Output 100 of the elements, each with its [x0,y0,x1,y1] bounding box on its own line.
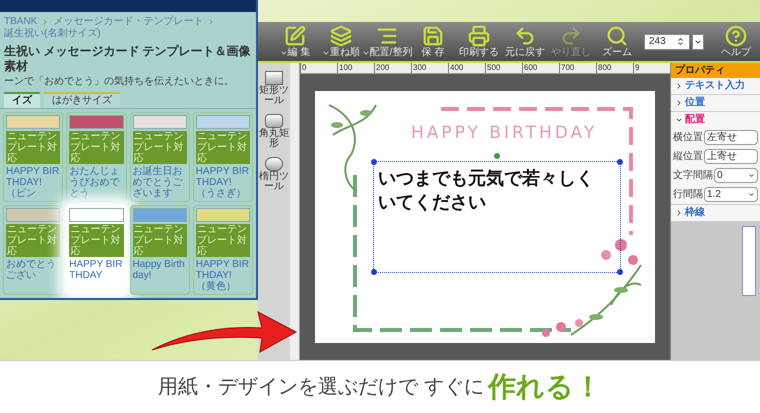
ruler-label: 500 [485,63,522,73]
template-thumbnail [69,115,124,129]
template-card[interactable]: ニューテンプレート対応 HAPPY BIRTHDAY!（うさぎ） [192,112,253,202]
template-thumbnail [69,208,124,222]
template-caption[interactable]: おたんじょうびおめでとう [69,166,124,199]
spinner-icon[interactable] [676,37,685,46]
save-icon [422,24,444,46]
template-card[interactable]: ニューテンプレート対応 HAPPY BIRTHDAY!（黄色） [192,205,253,295]
card-message-line: いつまでも元気で若々しく [378,167,594,190]
ruler-label: 800 [596,63,633,73]
card-message-line: いてください [378,191,486,214]
page-preview-thumbnail [742,226,756,296]
undo-icon [514,24,536,46]
caret-icon [748,172,755,179]
resize-handle[interactable] [617,159,623,165]
rotate-handle[interactable] [494,153,500,159]
template-badge: ニューテンプレート対応 [196,224,250,257]
ruler-label: 700 [559,63,596,73]
collapsed-caret-icon [675,82,683,90]
page-subtitle: ーンで「おめでとう」の気持ちを伝えたいときに。 [3,74,235,88]
collapsed-caret-icon [675,99,683,107]
breadcrumb-link[interactable]: 誕生祝い(名刺サイズ) [4,28,101,40]
toolbar-button[interactable]: 編 集 [272,24,318,58]
template-badge: ニューテンプレート対応 [6,131,60,164]
caret-icon [748,191,755,198]
ruler-label: 200 [374,63,411,73]
select-field[interactable]: 1.2 [704,187,758,202]
ruler-label: 300 [411,63,448,73]
field-label: 横位置 [673,132,703,143]
select-field[interactable]: 0 [714,168,758,183]
template-badge: ニューテンプレート対応 [196,131,250,164]
size-tab[interactable]: はがきサイズ [44,92,120,108]
shape-tool[interactable]: 矩形ツール [259,71,289,106]
order-icon [330,24,352,46]
redo-icon [560,24,582,46]
template-card[interactable]: ニューテンプレート対応 HAPPY BIRTHDAY [66,205,126,295]
ruler-label: 0 [300,63,337,73]
rectangle-icon [265,71,283,85]
print-icon [468,24,490,46]
template-badge: ニューテンプレート対応 [6,224,60,257]
shape-tool[interactable]: 角丸矩形 [259,114,289,149]
toolbar-button[interactable]: 重ね順 [318,24,364,58]
template-caption[interactable]: HAPPY BIRTHDAY!（ピン [6,166,60,199]
section-header[interactable]: テキスト入力 [671,78,760,94]
help-icon [725,24,747,46]
help-button[interactable]: ヘルプ [716,24,756,58]
caption-emphasis: 作れる！ [488,370,602,404]
template-caption[interactable]: HAPPY BIRTHDAY [69,259,124,281]
template-badge: ニューテンプレート対応 [69,131,124,164]
template-thumbnail [196,208,250,222]
template-caption[interactable]: お誕生日おめでとうございます [132,166,187,199]
section-header[interactable]: 配置 [671,112,760,128]
shape-tool[interactable]: 楕円ツール [259,157,289,192]
template-card[interactable]: ニューテンプレート対応 Happy Birthday! [130,205,190,295]
breadcrumb-link[interactable]: メッセージカード・テンプレート [53,16,204,28]
text-field[interactable]: 左寄せ [704,130,758,145]
template-card[interactable]: ニューテンプレート対応 おたんじょうびおめでとう [66,112,126,202]
template-badge: ニューテンプレート対応 [69,224,124,257]
expanded-caret-icon [675,116,683,124]
edit-icon [284,24,306,46]
template-caption[interactable]: HAPPY BIRTHDAY!（黄色） [196,259,250,292]
zoom-value: 243 [649,35,667,49]
template-thumbnail [6,115,60,129]
resize-handle[interactable] [371,269,377,275]
ruler-label: 600 [522,63,559,73]
section-header[interactable]: 位置 [671,95,760,111]
section-header[interactable]: 枠線 [671,205,760,221]
toolbar-button[interactable]: 配置/整列 [364,24,410,58]
panel-title: プロパティ [671,63,760,78]
template-thumbnail [132,208,187,222]
toolbar-button[interactable]: 印刷する [456,24,502,58]
zoom-dropdown[interactable] [692,34,704,50]
template-badge: ニューテンプレート対応 [132,131,187,164]
field-label: 行間隔 [673,189,703,200]
template-thumbnail [196,115,250,129]
template-caption[interactable]: おめでとうござい [6,259,60,281]
field-label: 縦位置 [673,151,703,162]
template-badge: ニューテンプレート対応 [132,224,187,257]
toolbar-button[interactable]: 元に戻す [502,24,548,58]
template-card[interactable]: ニューテンプレート対応 HAPPY BIRTHDAY!（ピン [3,112,64,202]
resize-handle[interactable] [371,159,377,165]
collapsed-caret-icon [675,209,683,217]
resize-handle[interactable] [617,269,623,275]
template-thumbnail [132,115,187,129]
size-tab[interactable]: イズ [4,92,40,108]
template-caption[interactable]: Happy Birthday! [132,259,187,281]
template-card[interactable]: ニューテンプレート対応 おめでとうござい [3,205,64,295]
text-field[interactable]: 上寄せ [704,149,758,164]
template-card[interactable]: ニューテンプレート対応 お誕生日おめでとうございます [130,112,190,202]
field-label: 文字間隔 [673,170,713,181]
caption-text: 用紙・デザインを選ぶだけで すぐに [158,375,484,400]
zoom-field[interactable]: 243 [644,34,690,50]
breadcrumb-link[interactable]: TBANK [4,16,38,28]
template-thumbnail [6,208,60,222]
card-title: HAPPY BIRTHDAY [411,122,598,145]
template-caption[interactable]: HAPPY BIRTHDAY!（うさぎ） [196,166,250,199]
ruler-label: 100 [337,63,374,73]
ruler-label: 400 [448,63,485,73]
toolbar-button[interactable]: ズーム [594,24,640,58]
page-title: 生祝い メッセージカード テンプレート＆画像素材 [2,43,252,74]
